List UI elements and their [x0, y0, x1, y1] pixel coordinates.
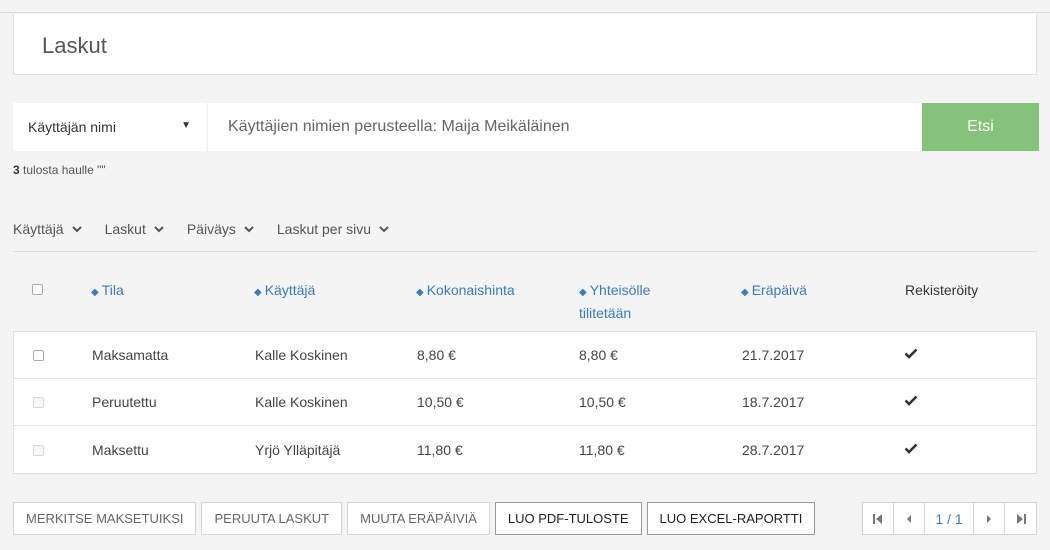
last-page-icon — [1016, 513, 1026, 524]
filter-bar: Käyttäjä Laskut Päiväys Laskut per sivu — [13, 219, 412, 239]
filter-invoices[interactable]: Laskut — [105, 219, 165, 239]
invoice-table: Maksamatta Kalle Koskinen 8,80 € 8,80 € … — [13, 331, 1037, 474]
cell-status: Maksamatta — [92, 347, 169, 363]
filter-date[interactable]: Päiväys — [187, 219, 255, 239]
cell-due: 21.7.2017 — [742, 347, 805, 363]
cell-user: Kalle Koskinen — [255, 394, 348, 410]
column-header-due[interactable]: ◆ Eräpäivä — [741, 280, 807, 303]
page-header: Laskut — [13, 14, 1037, 75]
page-title: Laskut — [42, 33, 107, 58]
cell-status: Peruutettu — [92, 394, 157, 410]
table-row: Maksettu Yrjö Ylläpitäjä 11,80 € 11,80 €… — [14, 427, 1036, 474]
column-header-status[interactable]: ◆ Tila — [91, 280, 124, 303]
check-icon — [904, 443, 918, 454]
result-summary: 3 tulosta haulle "" — [13, 163, 106, 177]
sort-icon: ◆ — [254, 287, 262, 298]
column-header-due-label: Eräpäivä — [751, 282, 807, 298]
chevron-down-icon — [71, 226, 82, 233]
filter-user[interactable]: Käyttäjä — [13, 219, 83, 239]
row-checkbox[interactable] — [33, 350, 44, 361]
column-header-total-label: Kokonaishinta — [426, 282, 515, 298]
column-header-status-label: Tila — [101, 282, 124, 298]
filter-invoices-label: Laskut — [104, 221, 146, 237]
row-checkbox[interactable] — [33, 445, 44, 456]
cell-payout: 11,80 € — [579, 442, 625, 458]
search-input[interactable] — [209, 103, 921, 151]
page-info: 1 / 1 — [925, 503, 975, 534]
filter-divider — [13, 251, 1037, 252]
bulk-actions: MERKITSE MAKSETUIKSI PERUUTA LASKUT MUUT… — [13, 502, 820, 535]
column-header-registered: Rekisteröity — [905, 280, 978, 300]
search-bar: Käyttäjän nimi ▼ Etsi — [13, 103, 1039, 151]
chevron-down-icon — [154, 226, 164, 233]
sort-icon: ◆ — [91, 287, 99, 298]
column-header-total[interactable]: ◆ Kokonaishinta — [416, 280, 515, 303]
search-button[interactable]: Etsi — [922, 103, 1039, 151]
row-checkbox[interactable] — [33, 397, 44, 408]
cell-due: 18.7.2017 — [742, 394, 805, 410]
prev-page-button[interactable] — [894, 503, 925, 534]
result-text: tulosta haulle — [23, 163, 94, 177]
table-header: ◆ Tila ◆ Käyttäjä ◆ Kokonaishinta ◆ Yhteisöl… — [13, 270, 1037, 330]
column-header-payout-label: Yhteisölle tilitetään — [579, 282, 651, 321]
check-icon — [904, 348, 918, 359]
cell-payout: 10,50 € — [579, 394, 626, 410]
table-row: Maksamatta Kalle Koskinen 8,80 € 8,80 € … — [14, 332, 1036, 379]
create-pdf-button[interactable]: LUO PDF-TULOSTE — [494, 502, 642, 535]
filter-date-label: Päiväys — [186, 221, 236, 237]
last-page-button[interactable] — [1005, 503, 1036, 534]
cell-total: 11,80 € — [417, 442, 463, 458]
sort-icon: ◆ — [741, 287, 749, 298]
column-header-user[interactable]: ◆ Käyttäjä — [254, 280, 315, 303]
sort-icon: ◆ — [416, 287, 424, 298]
first-page-icon — [872, 513, 882, 524]
caret-down-icon: ▼ — [181, 120, 191, 131]
next-page-button[interactable] — [974, 503, 1006, 534]
chevron-down-icon — [379, 226, 389, 233]
column-header-payout[interactable]: ◆ Yhteisölle tilitetään — [579, 280, 689, 323]
change-due-dates-button[interactable]: MUUTA ERÄPÄIVIÄ — [347, 502, 490, 535]
cell-user: Kalle Koskinen — [255, 347, 348, 363]
result-count: 3 — [13, 163, 20, 177]
cell-payout: 8,80 € — [579, 347, 618, 363]
create-excel-button[interactable]: LUO EXCEL-RAPORTTI — [646, 502, 816, 535]
pagination: 1 / 1 — [862, 502, 1037, 535]
next-page-icon — [987, 514, 992, 523]
cell-due: 28.7.2017 — [742, 442, 805, 458]
cell-status: Maksettu — [92, 442, 149, 458]
column-header-registered-label: Rekisteröity — [905, 282, 979, 298]
select-all-checkbox[interactable] — [32, 284, 43, 295]
filter-per-page[interactable]: Laskut per sivu — [277, 219, 390, 239]
mark-paid-button[interactable]: MERKITSE MAKSETUIKSI — [13, 502, 197, 535]
result-query: "" — [97, 163, 106, 177]
chevron-down-icon — [244, 226, 254, 233]
column-header-user-label: Käyttäjä — [264, 282, 316, 298]
search-field-select-value: Käyttäjän nimi — [28, 119, 116, 135]
cell-total: 8,80 € — [417, 347, 456, 363]
filter-user-label: Käyttäjä — [13, 221, 64, 237]
table-row: Peruutettu Kalle Koskinen 10,50 € 10,50 … — [14, 379, 1036, 426]
prev-page-icon — [906, 514, 911, 523]
sort-icon: ◆ — [579, 287, 587, 298]
cancel-invoices-button[interactable]: PERUUTA LASKUT — [201, 502, 343, 535]
filter-per-page-label: Laskut per sivu — [276, 221, 372, 237]
cell-total: 10,50 € — [417, 394, 464, 410]
search-field-select[interactable]: Käyttäjän nimi ▼ — [13, 103, 208, 151]
top-divider — [0, 0, 1050, 13]
check-icon — [904, 395, 918, 406]
cell-user: Yrjö Ylläpitäjä — [255, 442, 341, 458]
first-page-button[interactable] — [863, 503, 894, 534]
